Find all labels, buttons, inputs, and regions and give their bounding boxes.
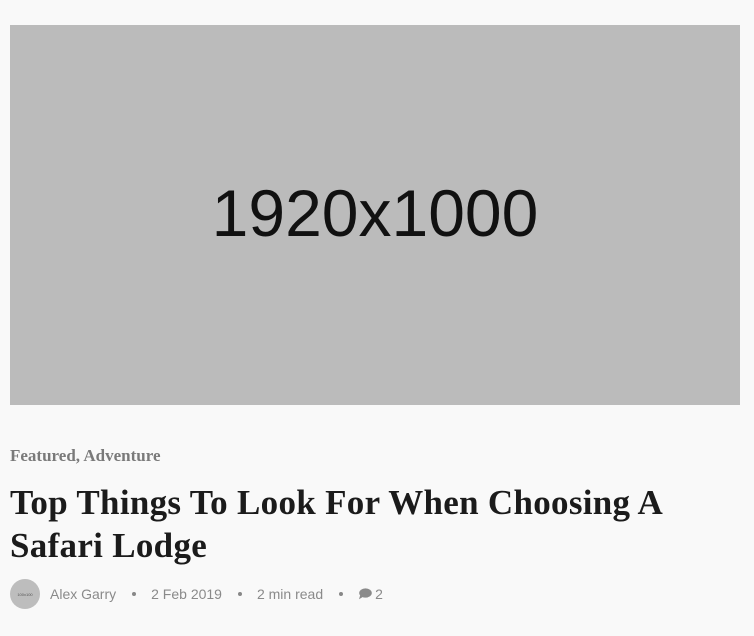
comment-count: 2: [375, 586, 383, 602]
meta-separator-dot: [339, 592, 344, 596]
category-link-featured[interactable]: Featured: [10, 446, 76, 465]
category-link-adventure[interactable]: Adventure: [83, 446, 160, 465]
post-categories: Featured, Adventure: [10, 446, 161, 466]
author-name[interactable]: Alex Garry: [50, 586, 116, 602]
avatar-placeholder-label: 100x100: [17, 591, 33, 597]
post-title[interactable]: Top Things To Look For When Choosing A S…: [10, 481, 735, 567]
meta-separator-dot: [132, 592, 137, 596]
featured-image[interactable]: 1920x1000: [10, 25, 740, 405]
post-date: 2 Feb 2019: [151, 586, 222, 602]
comments-link[interactable]: 2: [358, 586, 383, 602]
post-card: 1920x1000 Featured, Adventure Top Things…: [0, 0, 754, 636]
image-placeholder-label: 1920x1000: [211, 176, 539, 250]
author-avatar[interactable]: 100x100: [10, 579, 40, 609]
meta-separator-dot: [237, 592, 242, 596]
comment-icon: [359, 588, 372, 600]
read-time: 2 min read: [256, 586, 324, 602]
post-meta: 100x100 Alex Garry 2 Feb 2019 2 min read…: [10, 579, 383, 609]
